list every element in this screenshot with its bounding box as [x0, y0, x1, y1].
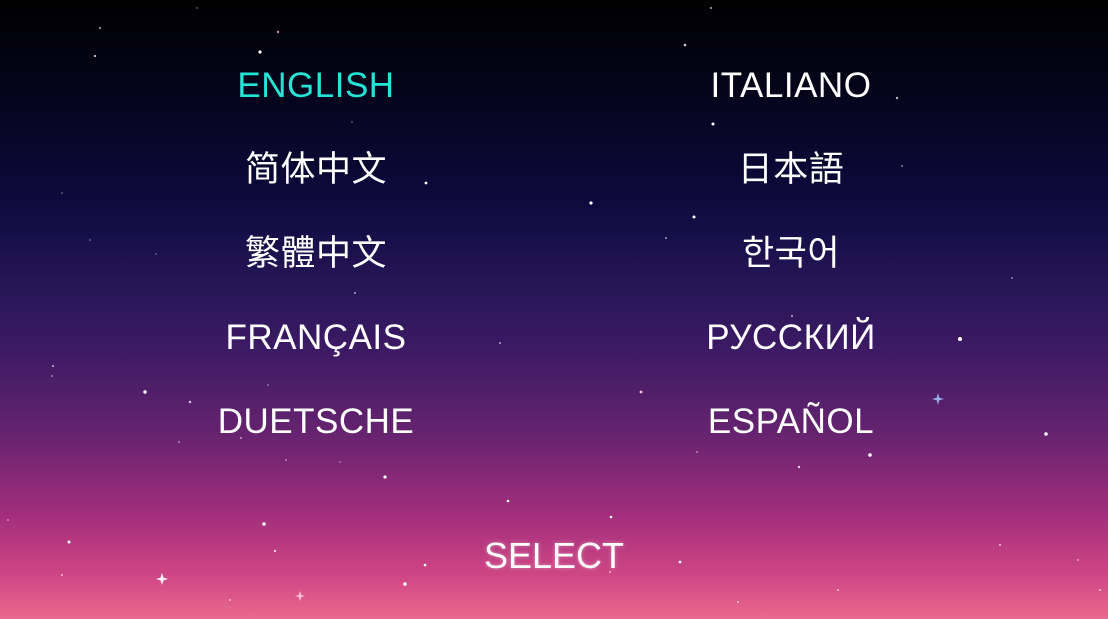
language-option-traditional-chinese[interactable]: 繁體中文: [166, 234, 466, 274]
language-option-english[interactable]: ENGLISH: [166, 66, 466, 106]
language-option-japanese[interactable]: 日本語: [641, 150, 941, 190]
language-option-russian[interactable]: РУССКИЙ: [641, 318, 941, 358]
language-menu: ENGLISH 简体中文 繁體中文 FRANÇAIS DUETSCHE ITAL…: [0, 0, 1108, 619]
select-button[interactable]: SELECT: [454, 535, 654, 577]
language-option-korean[interactable]: 한국어: [641, 234, 941, 274]
language-option-french[interactable]: FRANÇAIS: [166, 318, 466, 358]
language-option-italian[interactable]: ITALIANO: [641, 66, 941, 106]
language-option-german[interactable]: DUETSCHE: [166, 402, 466, 442]
language-option-simplified-chinese[interactable]: 简体中文: [166, 150, 466, 190]
language-option-spanish[interactable]: ESPAÑOL: [641, 402, 941, 442]
